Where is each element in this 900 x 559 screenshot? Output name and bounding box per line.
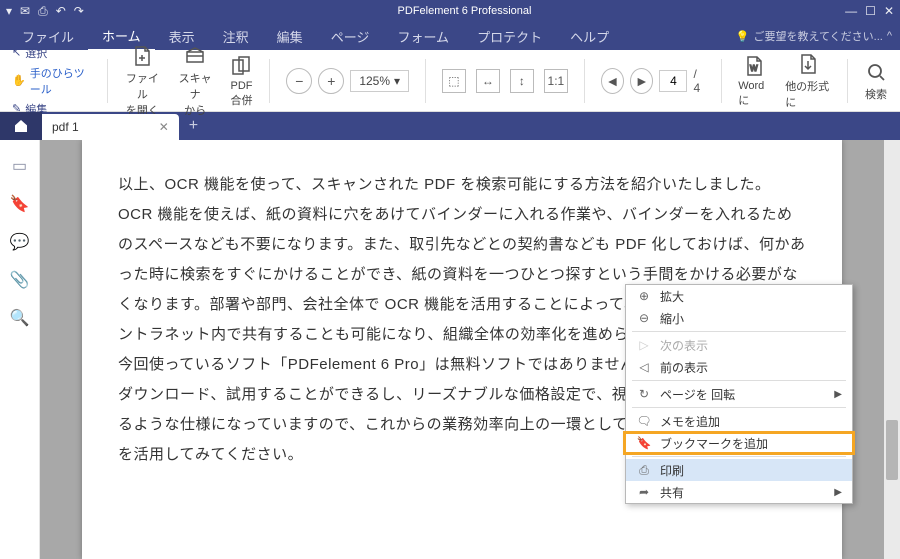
from-scanner-button[interactable]: スキャナ から [177, 44, 214, 118]
submenu-arrow-icon: ▶ [834, 487, 842, 498]
minimize-icon[interactable]: — [845, 4, 857, 18]
ribbon-toolbar: ↖ 選択 ✋ 手のひらツール ✎ 編集 ファイル を開く スキャナ から PDF… [0, 50, 900, 112]
mail-icon[interactable]: ✉ [20, 4, 30, 18]
home-tab[interactable] [0, 112, 42, 140]
search-button[interactable]: 検索 [864, 60, 888, 102]
convert-icon [796, 52, 820, 76]
hand-tool[interactable]: ✋ 手のひらツール [12, 65, 91, 97]
next-page-button[interactable]: ► [630, 68, 653, 94]
menu-comment[interactable]: 注釈 [209, 23, 263, 50]
search-icon [864, 60, 888, 84]
ctx-next-view: ▷次の表示 [626, 334, 852, 356]
menu-edit[interactable]: 編集 [263, 23, 317, 50]
ctx-add-memo[interactable]: 🗨メモを追加 [626, 410, 852, 432]
ctx-zoom-in[interactable]: ⊕拡大 [626, 285, 852, 307]
prev-icon: ◁ [636, 360, 652, 374]
cursor-icon: ↖ [12, 46, 21, 59]
page-text: 以上、OCR 機能を使って、スキャンされた PDF を検索可能にする方法を紹介い… [118, 170, 806, 200]
menu-protect[interactable]: プロテクト [463, 23, 556, 50]
fit-height-button[interactable]: ↕ [510, 69, 534, 93]
chevron-down-icon: ▾ [394, 74, 400, 88]
fit-page-button[interactable]: ⬚ [442, 69, 466, 93]
app-logo-icon: ▾ [6, 4, 12, 18]
ctx-print[interactable]: ⎙印刷 [626, 459, 852, 481]
select-tool[interactable]: ↖ 選択 [12, 45, 91, 61]
merge-icon [229, 54, 253, 78]
zoom-in-icon: ⊕ [636, 289, 652, 303]
ctx-add-bookmark[interactable]: 🔖ブックマークを追加 [626, 432, 852, 454]
lightbulb-icon: 💡 [736, 30, 750, 43]
ctx-share[interactable]: ➦共有▶ [626, 481, 852, 503]
scroll-thumb[interactable] [886, 420, 898, 480]
add-tab-button[interactable]: + [179, 117, 208, 135]
search-panel-icon[interactable]: 🔍 [10, 308, 30, 328]
next-icon: ▷ [636, 338, 652, 352]
close-icon[interactable]: ✕ [884, 4, 894, 18]
svg-text:W: W [750, 64, 758, 73]
document-tab[interactable]: pdf 1 ✕ [42, 114, 179, 140]
bookmark-icon: 🔖 [636, 436, 652, 450]
hand-icon: ✋ [12, 74, 26, 87]
print-menu-icon: ⎙ [636, 463, 652, 478]
actual-size-button[interactable]: 1:1 [544, 69, 568, 93]
menu-page[interactable]: ページ [317, 23, 384, 50]
prev-page-button[interactable]: ◄ [601, 68, 624, 94]
home-icon [13, 118, 29, 134]
page-total: / 4 [693, 67, 705, 95]
ctx-prev-view[interactable]: ◁前の表示 [626, 356, 852, 378]
thumbnails-icon[interactable]: ▭ [12, 156, 27, 176]
open-file-button[interactable]: ファイル を開く [124, 44, 161, 118]
to-other-button[interactable]: 他の形式に [785, 52, 831, 110]
comments-icon[interactable]: 💬 [10, 232, 30, 252]
menu-help[interactable]: ヘルプ [556, 23, 623, 50]
zoom-in-button[interactable]: + [318, 68, 344, 94]
document-tab-bar: pdf 1 ✕ + [0, 112, 900, 140]
rotate-icon: ↻ [636, 387, 652, 401]
chevron-up-icon[interactable]: ^ [887, 30, 892, 42]
app-title: PDFelement 6 Professional [84, 5, 845, 17]
redo-icon[interactable]: ↷ [74, 4, 84, 18]
title-bar: ▾ ✉ ⎙ ↶ ↷ PDFelement 6 Professional — ☐ … [0, 0, 900, 22]
fit-width-button[interactable]: ↔ [476, 69, 500, 93]
vertical-scrollbar[interactable] [884, 140, 900, 559]
word-icon: W [742, 54, 766, 78]
page-number-input[interactable] [659, 70, 687, 92]
print-icon[interactable]: ⎙ [38, 4, 48, 19]
tab-close-button[interactable]: ✕ [159, 120, 169, 134]
ctx-rotate[interactable]: ↻ページを 回転▶ [626, 383, 852, 405]
submenu-arrow-icon: ▶ [834, 389, 842, 400]
zoom-out-icon: ⊖ [636, 311, 652, 325]
to-word-button[interactable]: W Wordに [738, 54, 769, 108]
bookmarks-icon[interactable]: 🔖 [10, 194, 30, 214]
merge-pdf-button[interactable]: PDF 合併 [229, 54, 253, 108]
left-sidebar: ▭ 🔖 💬 📎 🔍 [0, 140, 40, 559]
feedback-link[interactable]: 💡 ご要望を教えてください... ^ [736, 28, 892, 44]
undo-icon[interactable]: ↶ [56, 4, 66, 18]
attachments-icon[interactable]: 📎 [10, 270, 30, 290]
ctx-zoom-out[interactable]: ⊖縮小 [626, 307, 852, 329]
menu-form[interactable]: フォーム [383, 23, 463, 50]
memo-icon: 🗨 [636, 414, 652, 428]
file-plus-icon [130, 44, 154, 68]
scanner-icon [183, 44, 207, 68]
zoom-select[interactable]: 125%▾ [350, 70, 409, 92]
zoom-out-button[interactable]: − [286, 68, 312, 94]
share-icon: ➦ [636, 485, 652, 499]
context-menu: ⊕拡大 ⊖縮小 ▷次の表示 ◁前の表示 ↻ページを 回転▶ 🗨メモを追加 🔖ブッ… [625, 284, 853, 504]
maximize-icon[interactable]: ☐ [865, 4, 876, 18]
